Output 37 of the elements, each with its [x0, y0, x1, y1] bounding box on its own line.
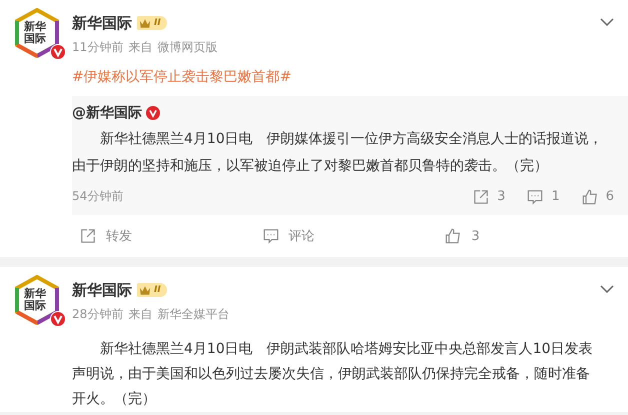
post-time[interactable]: 11分钟前: [72, 39, 124, 56]
post-source[interactable]: 新华全媒平台: [157, 306, 230, 323]
post-time[interactable]: 28分钟前: [72, 306, 124, 323]
comment-count: 1: [551, 189, 560, 204]
post-source[interactable]: 微博网页版: [157, 39, 218, 56]
avatar-icon[interactable]: [12, 275, 62, 325]
repost-time[interactable]: 54分钟前: [72, 188, 124, 205]
repost-button[interactable]: 转发: [72, 227, 263, 245]
thumbs-up-icon[interactable]: [582, 188, 598, 204]
member-badge[interactable]: II: [137, 283, 167, 297]
member-badge[interactable]: II: [137, 16, 167, 30]
like-count: 6: [606, 189, 614, 204]
topic-link[interactable]: #伊媒称以军停止袭击黎巴嫩首都#: [72, 66, 628, 88]
comment-button[interactable]: 评论: [262, 227, 446, 245]
source-prefix: 来自: [128, 39, 152, 56]
author-name[interactable]: 新华国际: [72, 14, 132, 32]
comment-icon[interactable]: [527, 188, 544, 204]
crown-icon: [139, 284, 151, 296]
chevron-down-icon[interactable]: [600, 18, 614, 26]
post-text: 新华社德黑兰4月10日电 伊朗武装部队哈塔姆安比亚中央总部发言人10日发表声明说，由于美国和以色列过去屡次失信，伊朗武装部队仍保持完全戒备，随时准备开火。（完）: [72, 340, 594, 409]
like-button[interactable]: 3: [445, 227, 628, 245]
author-name[interactable]: 新华国际: [72, 280, 132, 300]
avatar-label: 国际: [24, 33, 47, 45]
avatar-label: 新华: [24, 21, 47, 33]
repost-count: 3: [497, 189, 506, 204]
repost-text: 新华社德黑兰4月10日电 伊朗媒体援引一位伊方高级安全消息人士的话报道说，由于伊朗的坚持和施压，以军被迫停止了对黎巴嫩首都贝鲁特的袭击。（完）: [72, 130, 604, 176]
avatar-label: 新华: [24, 288, 47, 300]
thumbs-up-icon: [445, 228, 462, 244]
avatar-label: 国际: [24, 300, 47, 312]
chevron-down-icon[interactable]: [600, 285, 614, 293]
source-prefix: 来自: [128, 306, 152, 323]
comment-icon: [262, 228, 279, 244]
share-icon[interactable]: [473, 188, 490, 204]
avatar-icon[interactable]: [12, 8, 62, 58]
share-icon: [80, 228, 96, 244]
author-link[interactable]: @新华国际: [72, 104, 142, 122]
crown-icon: [139, 18, 151, 28]
